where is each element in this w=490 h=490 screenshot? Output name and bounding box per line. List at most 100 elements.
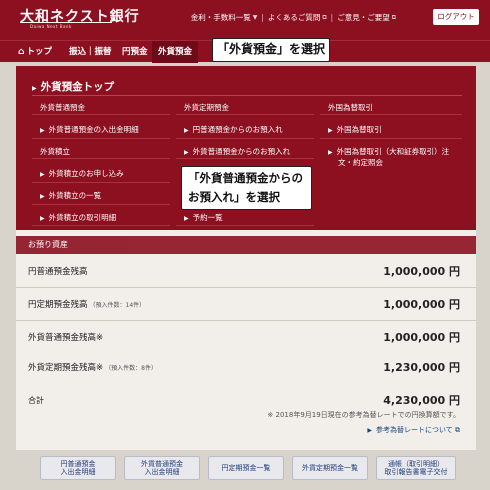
link-label: 予約一覧 xyxy=(192,213,223,222)
foreign-time-deposit-list-button[interactable]: 外貨定期預金一覧 xyxy=(292,456,368,480)
total-label: 合計 xyxy=(28,396,44,405)
divider xyxy=(32,114,170,115)
menu-link-fx-daiwa-securities-cont[interactable]: 文・約定照会 xyxy=(338,157,383,168)
menu-link-fx-trade[interactable]: ▶ 外国為替取引 xyxy=(328,124,382,135)
arrow-right-icon: ▶ xyxy=(328,127,333,134)
rates-fees-link[interactable]: 金利・手数料一覧 xyxy=(191,12,251,23)
nav-item-foreign-deposit[interactable]: 外貨預金 xyxy=(152,41,199,63)
menu-link-from-foreign-ordinary[interactable]: ▶ 外貨普通預金からのお預入れ xyxy=(184,146,290,157)
menu-link-ordinary-statement[interactable]: ▶ 外貨普通預金の入出金明細 xyxy=(40,124,139,135)
row-label-text: 外貨普通預金残高※ xyxy=(28,333,104,343)
col-head-ordinary: 外貨普通預金 xyxy=(40,103,85,112)
balance-value: 1,000,000 円 xyxy=(383,298,460,311)
chevron-down-icon: ▼ xyxy=(252,14,258,21)
row-note: （預入件数：8件） xyxy=(105,365,157,372)
menu-link-reservations[interactable]: ▶ 予約一覧 xyxy=(184,212,223,223)
arrow-right-icon: ▶ xyxy=(40,171,45,178)
total-value: 4,230,000 円 xyxy=(383,394,460,407)
arrow-right-icon: ▶ xyxy=(184,149,189,156)
col-head-installment: 外貨積立 xyxy=(40,147,70,156)
row-label-text: 円普通預金残高 xyxy=(28,267,88,277)
col-head-fx: 外国為替取引 xyxy=(328,103,373,112)
menu-link-installment-apply[interactable]: ▶ 外貨積立のお申し込み xyxy=(40,168,124,179)
button-label: 円定期預金一覧 xyxy=(221,464,271,472)
link-label: 外貨積立の取引明細 xyxy=(48,213,117,222)
button-label: 通帳（取引明細） xyxy=(388,460,444,468)
arrow-right-icon: ▶ xyxy=(40,215,45,222)
divider xyxy=(32,158,170,159)
faq-link[interactable]: よくあるご質問 xyxy=(268,12,321,23)
link-label: 外貨積立のお申し込み xyxy=(48,169,124,178)
balance-label: 円定期預金残高 （預入件数：14件） xyxy=(28,298,145,310)
divider: | xyxy=(330,13,334,22)
logout-button[interactable]: ログアウト xyxy=(433,9,479,25)
feedback-link[interactable]: ご意見・ご要望 xyxy=(337,12,390,23)
divider xyxy=(32,138,170,139)
menu-link-installment-statement[interactable]: ▶ 外貨積立の取引明細 xyxy=(40,212,116,223)
callout-line: お預入れ」を選択 xyxy=(188,190,280,204)
reference-rate-link[interactable]: ▶ 参考為替レートについて ⧉ xyxy=(367,425,460,435)
external-link-icon: ⧉ xyxy=(455,426,460,434)
logo-underline xyxy=(20,22,112,23)
menu-title[interactable]: ▶ 外貨預金トップ xyxy=(32,79,114,94)
callout-select-from-ordinary: 「外貨普通預金からの お預入れ」を選択 xyxy=(181,166,312,210)
link-label: 外貨積立の一覧 xyxy=(48,191,102,200)
nav-item-yen-deposit[interactable]: 円預金 xyxy=(122,41,148,63)
balance-label: 円普通預金残高 xyxy=(28,265,90,277)
divider xyxy=(32,182,170,183)
divider xyxy=(32,204,170,205)
arrow-right-icon: ▶ xyxy=(184,127,189,134)
foreign-ordinary-statement-button[interactable]: 外貨普通預金 入出金明細 xyxy=(124,456,200,480)
arrow-right-icon: ▶ xyxy=(32,85,37,92)
bank-logo[interactable]: 大和ネクスト銀行 xyxy=(20,6,140,26)
link-label: 外国為替取引（大和証券取引）注 xyxy=(336,147,450,156)
total-row: 合計 4,230,000 円 ※ 2018年9月19日現在の参考為替レートでの円… xyxy=(16,383,476,443)
button-label: 取引報告書電子交付 xyxy=(384,468,448,476)
divider xyxy=(176,138,314,139)
link-label: 外貨普通預金からのお預入れ xyxy=(192,147,291,156)
utility-links: 金利・手数料一覧 ▼ | よくあるご質問 ⧉ | ご意見・ご要望 ⧉ xyxy=(191,12,396,23)
button-label: 円普通預金 xyxy=(60,460,96,468)
menu-link-from-yen[interactable]: ▶ 円普通預金からのお預入れ xyxy=(184,124,283,135)
divider: | xyxy=(261,13,264,22)
divider xyxy=(176,158,314,159)
button-label: 外貨普通預金 xyxy=(141,460,183,468)
col-head-time-deposit: 外貨定期預金 xyxy=(184,103,229,112)
divider xyxy=(320,138,462,139)
passbook-report-button[interactable]: 通帳（取引明細） 取引報告書電子交付 xyxy=(376,456,456,480)
balance-row: 円定期預金残高 （預入件数：14件） 1,000,000 円 xyxy=(16,288,476,321)
header-bar: 大和ネクスト銀行 Daiwa Next Bank 金利・手数料一覧 ▼ | よくあ… xyxy=(0,0,490,40)
assets-section-title: お預り資産 xyxy=(16,236,476,254)
arrow-right-icon: ▶ xyxy=(367,427,372,434)
link-label: 外国為替取引 xyxy=(336,125,382,134)
menu-title-label: 外貨預金トップ xyxy=(40,81,115,93)
yen-ordinary-statement-button[interactable]: 円普通預金 入出金明細 xyxy=(40,456,116,480)
balance-row: 外貨定期預金残高※ （預入件数：8件） 1,230,000 円 xyxy=(16,351,476,384)
balance-value: 1,230,000 円 xyxy=(383,361,460,374)
balance-label: 外貨定期預金残高※ （預入件数：8件） xyxy=(28,361,157,373)
callout-line: 「外貨普通預金からの xyxy=(188,171,303,185)
nav-item-label: トップ xyxy=(26,47,52,57)
arrow-right-icon: ▶ xyxy=(328,149,333,156)
balance-value: 1,000,000 円 xyxy=(383,265,460,278)
divider xyxy=(32,225,170,226)
link-label: 参考為替レートについて xyxy=(375,426,453,434)
nav-item-transfer[interactable]: 振込｜振替 xyxy=(69,41,112,63)
menu-link-installment-list[interactable]: ▶ 外貨積立の一覧 xyxy=(40,190,101,201)
arrow-right-icon: ▶ xyxy=(40,193,45,200)
rate-note: ※ 2018年9月19日現在の参考為替レートでの円換算額です。 xyxy=(267,411,460,419)
menu-link-fx-daiwa-securities[interactable]: ▶ 外国為替取引（大和証券取引）注 xyxy=(328,146,449,157)
balance-label: 外貨普通預金残高※ xyxy=(28,331,105,343)
arrow-right-icon: ▶ xyxy=(40,127,45,134)
divider xyxy=(176,225,314,226)
divider xyxy=(176,114,314,115)
bank-logo-subtext: Daiwa Next Bank xyxy=(30,24,72,29)
callout-select-foreign-deposit: 「外貨預金」を選択 xyxy=(212,38,330,62)
divider xyxy=(32,95,462,96)
link-label: 外貨普通預金の入出金明細 xyxy=(48,125,139,134)
row-label-text: 円定期預金残高 xyxy=(28,300,88,310)
nav-item-top[interactable]: ⌂ トップ xyxy=(18,41,52,63)
link-label: 円普通預金からのお預入れ xyxy=(192,125,283,134)
yen-time-deposit-list-button[interactable]: 円定期預金一覧 xyxy=(208,456,284,480)
external-link-icon: ⧉ xyxy=(322,13,327,21)
